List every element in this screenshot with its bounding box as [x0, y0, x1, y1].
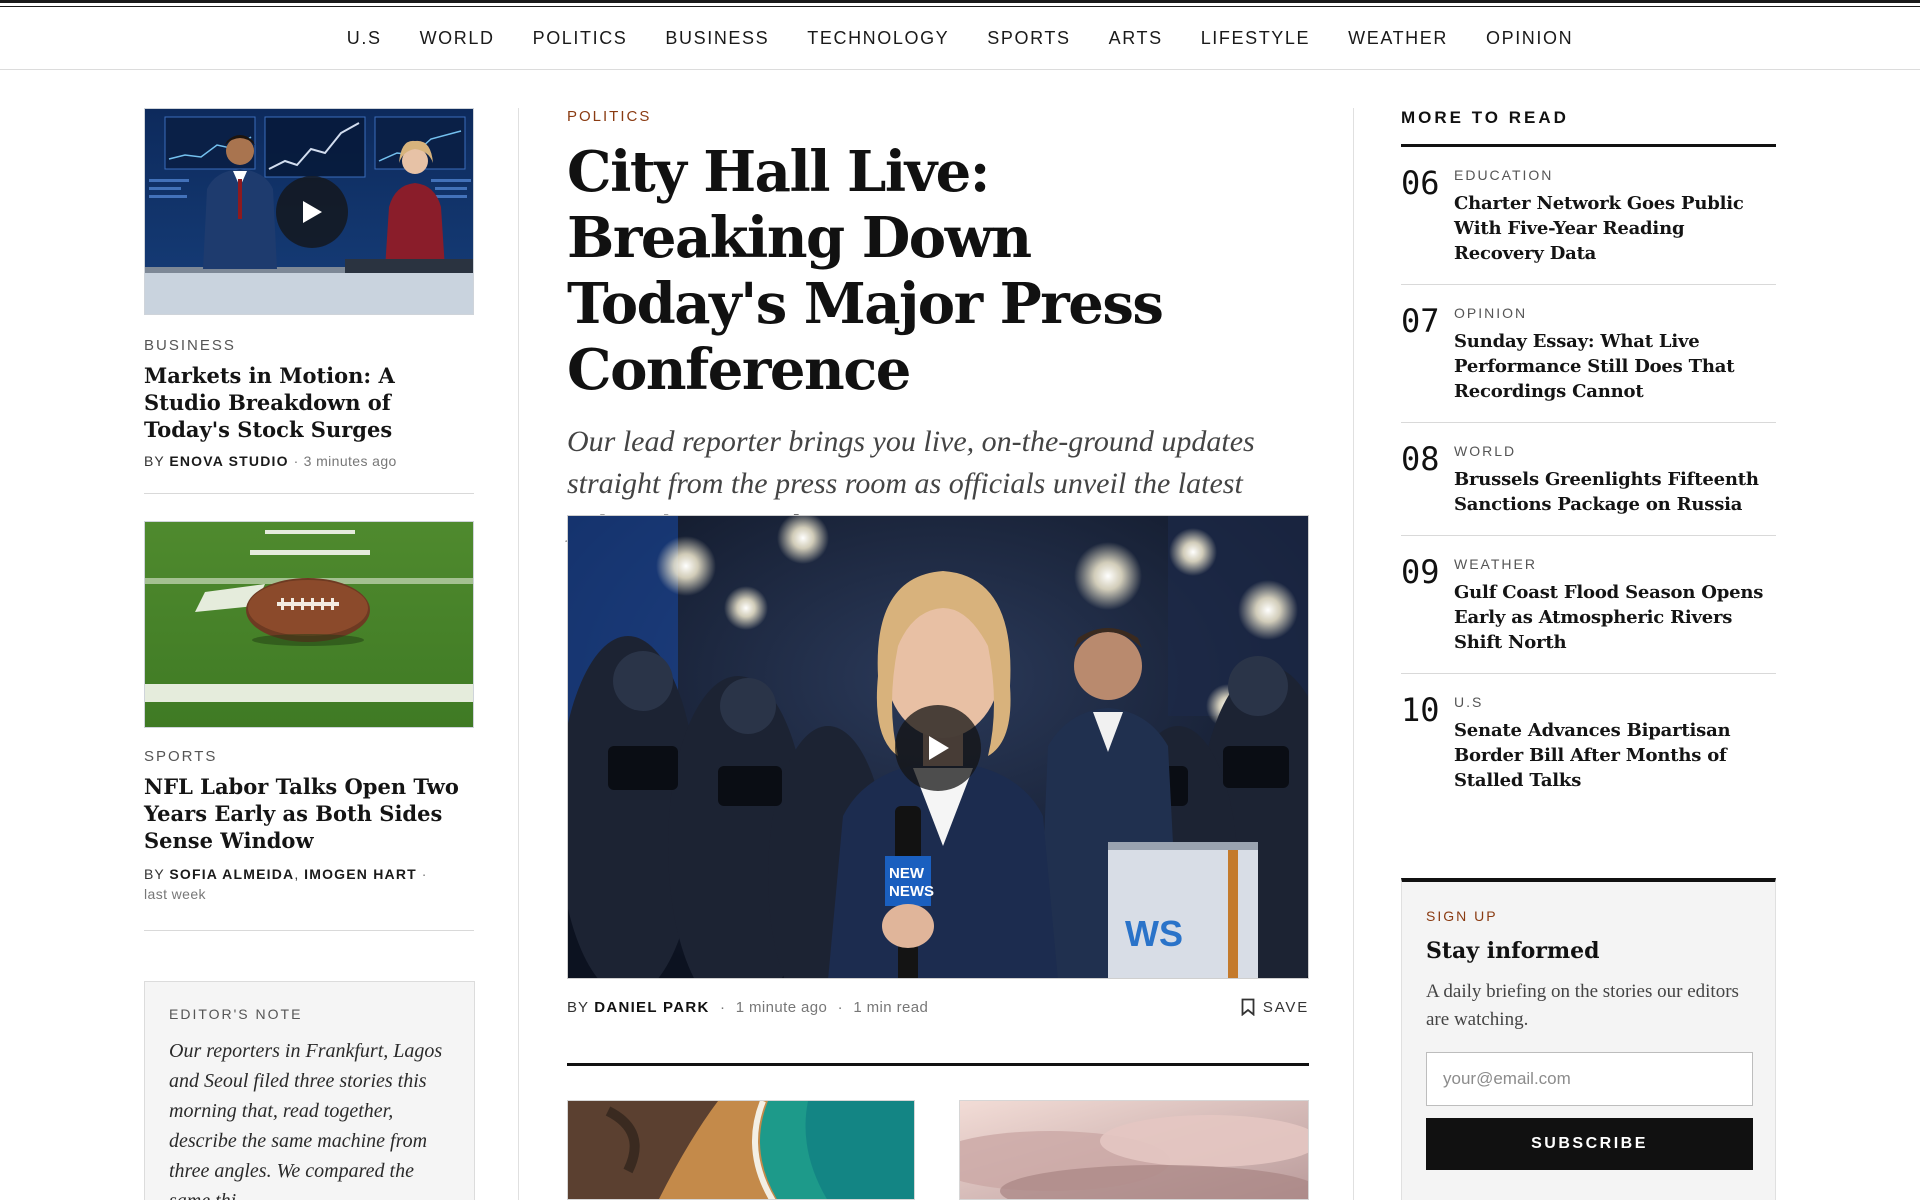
nav-item-technology[interactable]: TECHNOLOGY: [788, 28, 968, 49]
item-kicker: WEATHER: [1454, 556, 1537, 572]
item-kicker: OPINION: [1454, 305, 1528, 321]
more-to-read: MORE TO READ 06 EDUCATION Charter Networ…: [1401, 108, 1776, 811]
rank-number: 09: [1401, 553, 1440, 591]
play-icon: [929, 736, 949, 760]
item-headline-link[interactable]: Brussels Greenlights Fifteenth Sanctions…: [1454, 467, 1776, 517]
more-to-read-title: MORE TO READ: [1401, 108, 1569, 127]
aerial-coast-image: [568, 1101, 914, 1199]
nav-item-opinion[interactable]: OPINION: [1467, 28, 1592, 49]
save-label: SAVE: [1262, 998, 1309, 1016]
story-kicker: BUSINESS: [144, 337, 236, 354]
story-separator: [144, 493, 474, 494]
play-button[interactable]: [895, 705, 981, 791]
section-rule: [567, 1063, 1309, 1066]
sports-image[interactable]: [144, 521, 474, 728]
rank-number: 10: [1401, 691, 1440, 729]
story-byline: BY ENOVA STUDIO · 3 minutes ago: [144, 453, 474, 469]
lead-byline: BY DANIEL PARK · 1 minute ago · 1 min re…: [567, 998, 1309, 1016]
business-video-thumbnail[interactable]: [144, 108, 474, 315]
subscribe-button[interactable]: SUBSCRIBE: [1426, 1118, 1753, 1170]
dot-separator: ·: [719, 998, 726, 1016]
item-headline-link[interactable]: Charter Network Goes Public With Five-Ye…: [1454, 191, 1776, 266]
story-separator: [144, 930, 474, 931]
save-button[interactable]: SAVE: [1241, 998, 1309, 1016]
read-time: 1 min read: [853, 998, 929, 1016]
timestamp: 1 minute ago: [735, 998, 828, 1016]
rank-number: 07: [1401, 302, 1440, 340]
story-headline-link[interactable]: Markets in Motion: A Studio Breakdown of…: [144, 362, 474, 443]
item-kicker: U.S: [1454, 694, 1484, 710]
column-divider-left: [518, 108, 519, 1200]
mic-flag-text-1: NEW: [889, 865, 925, 882]
item-kicker: WORLD: [1454, 443, 1517, 459]
editors-note-text: Our reporters in Frankfurt, Lagos and Se…: [169, 1040, 443, 1200]
mic-flag-text-2: NEWS: [889, 883, 934, 900]
rank-number: 08: [1401, 440, 1440, 478]
lead-kicker: POLITICS: [567, 108, 652, 125]
sky-image[interactable]: [959, 1100, 1309, 1200]
play-icon: [303, 201, 322, 223]
by-label: BY: [567, 998, 590, 1016]
email-field[interactable]: [1426, 1052, 1753, 1106]
nav-item-lifestyle[interactable]: LIFESTYLE: [1182, 28, 1329, 49]
signup-description: A daily briefing on the stories our edit…: [1426, 981, 1739, 1030]
nav-item-politics[interactable]: POLITICS: [514, 28, 647, 49]
author-link[interactable]: DANIEL PARK: [594, 999, 709, 1016]
lead-video-player[interactable]: WS NEW NEWS: [567, 515, 1309, 979]
football-field-image: [145, 522, 473, 727]
story-kicker: SPORTS: [144, 748, 218, 765]
timestamp: 3 minutes ago: [303, 453, 397, 469]
nav-item-us[interactable]: U.S: [328, 28, 401, 49]
item-headline-link[interactable]: Senate Advances Bipartisan Border Bill A…: [1454, 718, 1776, 793]
signup-kicker: SIGN UP: [1426, 908, 1498, 924]
author-link[interactable]: SOFIA ALMEIDA: [169, 866, 294, 882]
list-item[interactable]: 07 OPINION Sunday Essay: What Live Perfo…: [1401, 285, 1776, 423]
list-item[interactable]: 10 U.S Senate Advances Bipartisan Border…: [1401, 674, 1776, 811]
rank-number: 06: [1401, 164, 1440, 202]
by-label: BY: [144, 453, 165, 469]
nav-item-world[interactable]: WORLD: [401, 28, 514, 49]
dot-separator: ·: [421, 866, 427, 882]
column-divider-right: [1353, 108, 1354, 1200]
left-column: BUSINESS Markets in Motion: A Studio Bre…: [144, 108, 474, 931]
coastline-image[interactable]: [567, 1100, 915, 1200]
list-item[interactable]: 09 WEATHER Gulf Coast Flood Season Opens…: [1401, 536, 1776, 674]
play-button[interactable]: [276, 176, 348, 248]
editors-note-kicker: EDITOR'S NOTE: [169, 1006, 303, 1022]
nav-item-business[interactable]: BUSINESS: [646, 28, 788, 49]
item-headline-link[interactable]: Gulf Coast Flood Season Opens Early as A…: [1454, 580, 1776, 655]
author-link[interactable]: ENOVA STUDIO: [169, 453, 288, 469]
editors-note-box: EDITOR'S NOTE Our reporters in Frankfurt…: [144, 981, 475, 1200]
author-comma: ,: [294, 866, 300, 882]
masthead-top-rule: [0, 0, 1920, 3]
item-headline-link[interactable]: Sunday Essay: What Live Performance Stil…: [1454, 329, 1776, 404]
newsletter-signup: SIGN UP Stay informed A daily briefing o…: [1401, 878, 1776, 1200]
list-item[interactable]: 08 WORLD Brussels Greenlights Fifteenth …: [1401, 423, 1776, 536]
item-kicker: EDUCATION: [1454, 167, 1554, 183]
dot-separator: ·: [293, 453, 299, 469]
podium-logo-text: WS: [1125, 913, 1183, 954]
story-headline-link[interactable]: NFL Labor Talks Open Two Years Early as …: [144, 773, 474, 854]
story-byline: BY SOFIA ALMEIDA, IMOGEN HART · last wee…: [144, 864, 474, 904]
section-nav: U.S WORLD POLITICS BUSINESS TECHNOLOGY S…: [0, 8, 1920, 70]
timestamp: last week: [144, 886, 206, 902]
by-label: BY: [144, 866, 165, 882]
dot-separator: ·: [837, 998, 843, 1016]
pink-clouds-image: [960, 1101, 1308, 1199]
lead-story: POLITICS City Hall Live: Breaking Down T…: [567, 108, 1309, 547]
author-link[interactable]: IMOGEN HART: [304, 866, 417, 882]
masthead-thin-rule: [0, 6, 1920, 7]
nav-item-arts[interactable]: ARTS: [1090, 28, 1182, 49]
lead-headline-link[interactable]: City Hall Live: Breaking Down Today's Ma…: [567, 139, 1267, 403]
nav-item-sports[interactable]: SPORTS: [968, 28, 1089, 49]
signup-title: Stay informed: [1426, 938, 1600, 964]
bookmark-icon: [1241, 998, 1255, 1016]
nav-item-weather[interactable]: WEATHER: [1329, 28, 1467, 49]
list-item[interactable]: 06 EDUCATION Charter Network Goes Public…: [1401, 147, 1776, 285]
